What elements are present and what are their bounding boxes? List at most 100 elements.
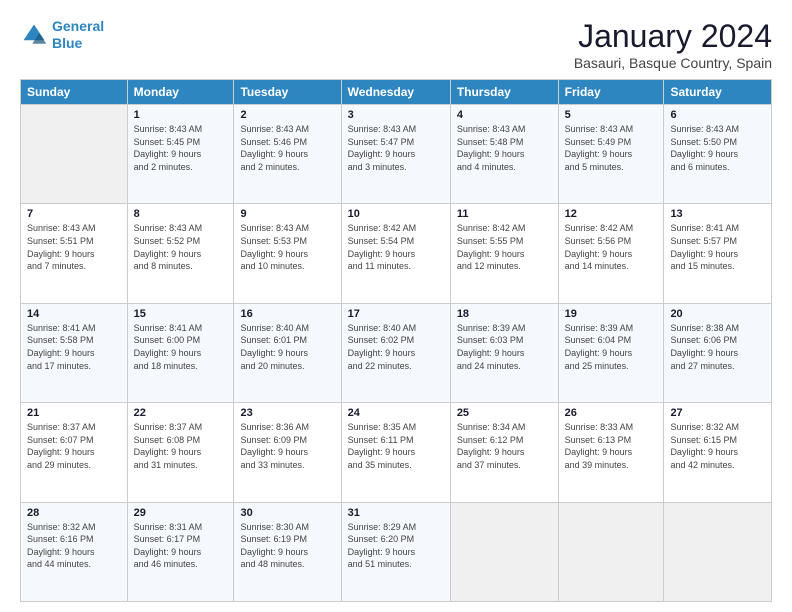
day-info: Sunrise: 8:43 AM Sunset: 5:51 PM Dayligh… [27, 222, 121, 272]
day-number: 19 [565, 308, 658, 320]
day-cell: 2Sunrise: 8:43 AM Sunset: 5:46 PM Daylig… [234, 105, 341, 204]
day-number: 4 [457, 109, 552, 121]
column-header-tuesday: Tuesday [234, 80, 341, 105]
day-info: Sunrise: 8:34 AM Sunset: 6:12 PM Dayligh… [457, 421, 552, 471]
day-info: Sunrise: 8:38 AM Sunset: 6:06 PM Dayligh… [670, 322, 765, 372]
column-header-sunday: Sunday [21, 80, 128, 105]
day-info: Sunrise: 8:40 AM Sunset: 6:02 PM Dayligh… [348, 322, 444, 372]
week-row-4: 21Sunrise: 8:37 AM Sunset: 6:07 PM Dayli… [21, 403, 772, 502]
day-number: 26 [565, 407, 658, 419]
day-cell: 1 Sunrise: 8:43 AM Sunset: 5:45 PM Daylig… [127, 105, 234, 204]
day-cell [21, 105, 128, 204]
column-header-monday: Monday [127, 80, 234, 105]
day-number: 27 [670, 407, 765, 419]
day-cell: 27 Sunrise: 8:32 AM Sunset: 6:15 PM Dayli… [664, 403, 772, 502]
day-info: Sunrise: 8:31 AM Sunset: 6:17 PM Dayligh… [134, 521, 228, 571]
day-cell: 28 Sunrise: 8:32 AM Sunset: 6:16 PM Dayli… [21, 502, 128, 601]
day-info: Sunrise: 8:39 AM Sunset: 6:03 PM Dayligh… [457, 322, 552, 372]
column-header-wednesday: Wednesday [341, 80, 450, 105]
day-info: Sunrise: 8:43 AM Sunset: 5:52 PM Dayligh… [134, 222, 228, 272]
header: General Blue January 2024 Basauri, Basqu… [20, 18, 772, 71]
day-number: 7 [27, 208, 121, 220]
day-cell: 15 Sunrise: 8:41 AM Sunset: 6:00 PM Dayli… [127, 303, 234, 402]
day-number: 28 [27, 507, 121, 519]
day-number: 17 [348, 308, 444, 320]
day-cell: 25 Sunrise: 8:34 AM Sunset: 6:12 PM Dayli… [450, 403, 558, 502]
day-info: Sunrise: 8:42 AM Sunset: 5:54 PM Dayligh… [348, 222, 444, 272]
day-cell: 13Sunrise: 8:41 AM Sunset: 5:57 PM Dayli… [664, 204, 772, 303]
day-number: 30 [240, 507, 334, 519]
day-cell: 30 Sunrise: 8:30 AM Sunset: 6:19 PM Dayli… [234, 502, 341, 601]
day-info: Sunrise: 8:30 AM Sunset: 6:19 PM Dayligh… [240, 521, 334, 571]
day-cell: 29 Sunrise: 8:31 AM Sunset: 6:17 PM Dayli… [127, 502, 234, 601]
column-header-friday: Friday [558, 80, 664, 105]
day-cell: 3 Sunrise: 8:43 AM Sunset: 5:47 PM Daylig… [341, 105, 450, 204]
day-number: 11 [457, 208, 552, 220]
day-cell: 12 Sunrise: 8:42 AM Sunset: 5:56 PM Dayli… [558, 204, 664, 303]
header-row: SundayMondayTuesdayWednesdayThursdayFrid… [21, 80, 772, 105]
day-info: Sunrise: 8:43 AM Sunset: 5:53 PM Dayligh… [240, 222, 334, 272]
day-number: 14 [27, 308, 121, 320]
day-number: 31 [348, 507, 444, 519]
day-info: Sunrise: 8:33 AM Sunset: 6:13 PM Dayligh… [565, 421, 658, 471]
day-info: Sunrise: 8:43 AM Sunset: 5:49 PM Dayligh… [565, 123, 658, 173]
day-cell: 18Sunrise: 8:39 AM Sunset: 6:03 PM Dayli… [450, 303, 558, 402]
day-cell: 17 Sunrise: 8:40 AM Sunset: 6:02 PM Dayli… [341, 303, 450, 402]
day-cell: 31Sunrise: 8:29 AM Sunset: 6:20 PM Dayli… [341, 502, 450, 601]
day-number: 1 [134, 109, 228, 121]
day-number: 5 [565, 109, 658, 121]
day-cell [450, 502, 558, 601]
day-info: Sunrise: 8:41 AM Sunset: 6:00 PM Dayligh… [134, 322, 228, 372]
day-info: Sunrise: 8:35 AM Sunset: 6:11 PM Dayligh… [348, 421, 444, 471]
week-row-3: 14Sunrise: 8:41 AM Sunset: 5:58 PM Dayli… [21, 303, 772, 402]
day-cell: 26 Sunrise: 8:33 AM Sunset: 6:13 PM Dayli… [558, 403, 664, 502]
day-number: 24 [348, 407, 444, 419]
day-info: Sunrise: 8:43 AM Sunset: 5:47 PM Dayligh… [348, 123, 444, 173]
logo-line2: Blue [52, 35, 82, 51]
day-info: Sunrise: 8:39 AM Sunset: 6:04 PM Dayligh… [565, 322, 658, 372]
title-block: January 2024 Basauri, Basque Country, Sp… [574, 18, 772, 71]
day-cell: 20 Sunrise: 8:38 AM Sunset: 6:06 PM Dayli… [664, 303, 772, 402]
day-info: Sunrise: 8:42 AM Sunset: 5:56 PM Dayligh… [565, 222, 658, 272]
logo-icon [20, 21, 48, 49]
calendar-table: SundayMondayTuesdayWednesdayThursdayFrid… [20, 79, 772, 602]
day-cell [664, 502, 772, 601]
day-cell: 14Sunrise: 8:41 AM Sunset: 5:58 PM Dayli… [21, 303, 128, 402]
day-number: 16 [240, 308, 334, 320]
day-cell: 4 Sunrise: 8:43 AM Sunset: 5:48 PM Daylig… [450, 105, 558, 204]
column-header-saturday: Saturday [664, 80, 772, 105]
day-cell: 19 Sunrise: 8:39 AM Sunset: 6:04 PM Dayli… [558, 303, 664, 402]
day-number: 20 [670, 308, 765, 320]
day-info: Sunrise: 8:37 AM Sunset: 6:08 PM Dayligh… [134, 421, 228, 471]
day-info: Sunrise: 8:43 AM Sunset: 5:48 PM Dayligh… [457, 123, 552, 173]
day-cell: 11Sunrise: 8:42 AM Sunset: 5:55 PM Dayli… [450, 204, 558, 303]
day-cell: 21Sunrise: 8:37 AM Sunset: 6:07 PM Dayli… [21, 403, 128, 502]
location-title: Basauri, Basque Country, Spain [574, 55, 772, 71]
day-number: 6 [670, 109, 765, 121]
day-cell: 6Sunrise: 8:43 AM Sunset: 5:50 PM Daylig… [664, 105, 772, 204]
day-number: 8 [134, 208, 228, 220]
day-number: 25 [457, 407, 552, 419]
day-number: 21 [27, 407, 121, 419]
day-number: 9 [240, 208, 334, 220]
day-number: 29 [134, 507, 228, 519]
day-info: Sunrise: 8:43 AM Sunset: 5:45 PM Dayligh… [134, 123, 228, 173]
day-info: Sunrise: 8:41 AM Sunset: 5:57 PM Dayligh… [670, 222, 765, 272]
logo-line1: General [52, 18, 104, 34]
day-info: Sunrise: 8:32 AM Sunset: 6:16 PM Dayligh… [27, 521, 121, 571]
day-cell: 23Sunrise: 8:36 AM Sunset: 6:09 PM Dayli… [234, 403, 341, 502]
day-cell [558, 502, 664, 601]
week-row-2: 7 Sunrise: 8:43 AM Sunset: 5:51 PM Daylig… [21, 204, 772, 303]
day-cell: 16Sunrise: 8:40 AM Sunset: 6:01 PM Dayli… [234, 303, 341, 402]
week-row-5: 28 Sunrise: 8:32 AM Sunset: 6:16 PM Dayli… [21, 502, 772, 601]
day-cell: 10 Sunrise: 8:42 AM Sunset: 5:54 PM Dayli… [341, 204, 450, 303]
logo: General Blue [20, 18, 104, 52]
day-number: 15 [134, 308, 228, 320]
day-cell: 8 Sunrise: 8:43 AM Sunset: 5:52 PM Daylig… [127, 204, 234, 303]
day-number: 12 [565, 208, 658, 220]
day-info: Sunrise: 8:32 AM Sunset: 6:15 PM Dayligh… [670, 421, 765, 471]
column-header-thursday: Thursday [450, 80, 558, 105]
day-number: 3 [348, 109, 444, 121]
day-number: 10 [348, 208, 444, 220]
day-number: 23 [240, 407, 334, 419]
